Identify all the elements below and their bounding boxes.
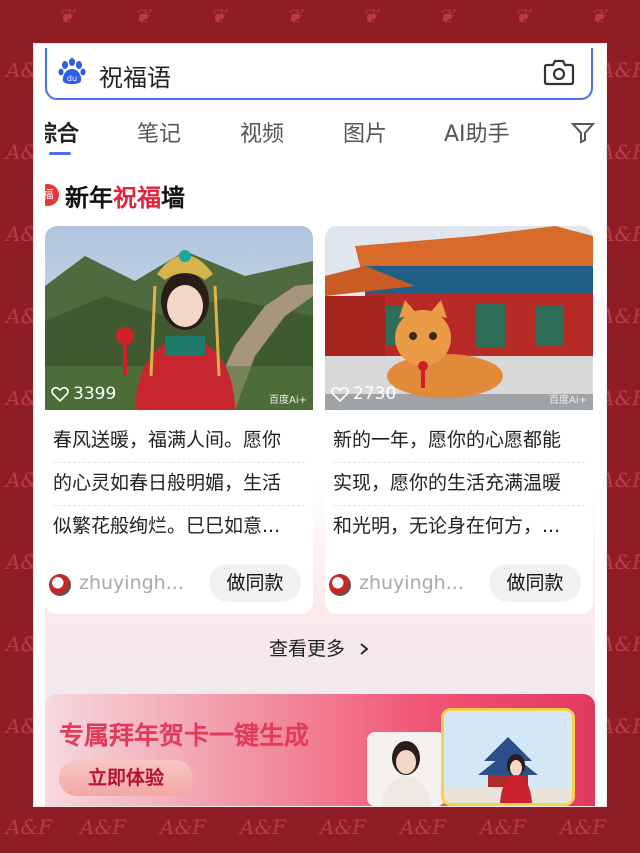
filter-icon[interactable] [571, 120, 595, 144]
card-text-line: 实现，愿你的生活充满温暖 [333, 465, 585, 506]
card-image[interactable]: 3399 百度Ai+ [45, 226, 313, 410]
search-tabs: 综合 笔记 视频 图片 AI助手 [45, 116, 595, 156]
search-query[interactable]: 祝福语 [99, 58, 171, 93]
card-text-line: 新的一年，愿你的心愿都能 [333, 422, 585, 463]
baidu-paw-icon: du [58, 58, 86, 84]
page-content: du 祝福语 综合 笔记 视频 图片 AI助手 福 新年祝福墙 3399 百度A… [45, 44, 595, 806]
make-same-button[interactable]: 做同款 [209, 564, 301, 602]
see-more-link[interactable]: 查看更多 [45, 634, 595, 661]
tab-notes[interactable]: 笔记 [137, 116, 181, 148]
author-name: zhuyingh... [79, 572, 184, 594]
banner-title: 专属拜年贺卡一键生成 [59, 721, 310, 750]
search-bar[interactable]: du 祝福语 [45, 48, 593, 100]
card-image[interactable]: 2730 百度Ai+ [325, 226, 593, 410]
ai-watermark: 百度Ai+ [269, 395, 307, 406]
screenshot-frame: du 祝福语 综合 笔记 视频 图片 AI助手 福 新年祝福墙 3399 百度A… [34, 44, 606, 806]
greeting-card[interactable]: 2730 百度Ai+ 新的一年，愿你的心愿都能 实现，愿你的生活充满温暖 和光明… [325, 226, 593, 614]
tab-images[interactable]: 图片 [343, 116, 387, 148]
avatar [329, 574, 351, 596]
card-text-line: 似繁花般绚烂。巳巳如意... [53, 515, 281, 537]
author-name: zhuyingh... [359, 572, 464, 594]
camera-icon[interactable] [543, 58, 575, 86]
tab-all[interactable]: 综合 [45, 116, 79, 148]
greeting-card[interactable]: 3399 百度Ai+ 春风送暖，福满人间。愿你 的心灵如春日般明媚，生活 似繁花… [45, 226, 313, 614]
see-more-label: 查看更多 [268, 638, 345, 660]
section-title-prefix: 新年 [65, 184, 113, 212]
section-title-highlight: 祝福 [113, 184, 161, 212]
tab-videos[interactable]: 视频 [240, 116, 284, 148]
fu-badge-icon: 福 [45, 184, 59, 206]
make-same-button[interactable]: 做同款 [489, 564, 581, 602]
svg-text:du: du [67, 74, 77, 83]
heart-icon [51, 386, 69, 403]
section-title-suffix: 墙 [161, 184, 185, 212]
chevron-right-icon [360, 643, 369, 655]
card-text: 新的一年，愿你的心愿都能 实现，愿你的生活充满温暖 和光明，无论身在何方，... [333, 422, 585, 550]
card-text-line: 春风送暖，福满人间。愿你 [53, 422, 305, 463]
card-text-line: 的心灵如春日般明媚，生活 [53, 465, 305, 506]
banner-preview-image [367, 732, 445, 806]
greeting-card-banner[interactable]: 专属拜年贺卡一键生成 立即体验 [45, 694, 595, 806]
try-now-button[interactable]: 立即体验 [59, 760, 193, 796]
banner-preview-image [441, 708, 575, 806]
avatar [49, 574, 71, 596]
tab-ai-assistant[interactable]: AI助手 [444, 116, 510, 148]
card-text-line: 和光明，无论身在何方，... [333, 515, 561, 537]
like-count[interactable]: 2730 [331, 384, 396, 404]
card-text: 春风送暖，福满人间。愿你 的心灵如春日般明媚，生活 似繁花般绚烂。巳巳如意... [53, 422, 305, 550]
ai-watermark: 百度Ai+ [549, 395, 587, 406]
heart-icon [331, 386, 349, 403]
like-count[interactable]: 3399 [51, 384, 116, 404]
active-tab-indicator [49, 152, 71, 155]
